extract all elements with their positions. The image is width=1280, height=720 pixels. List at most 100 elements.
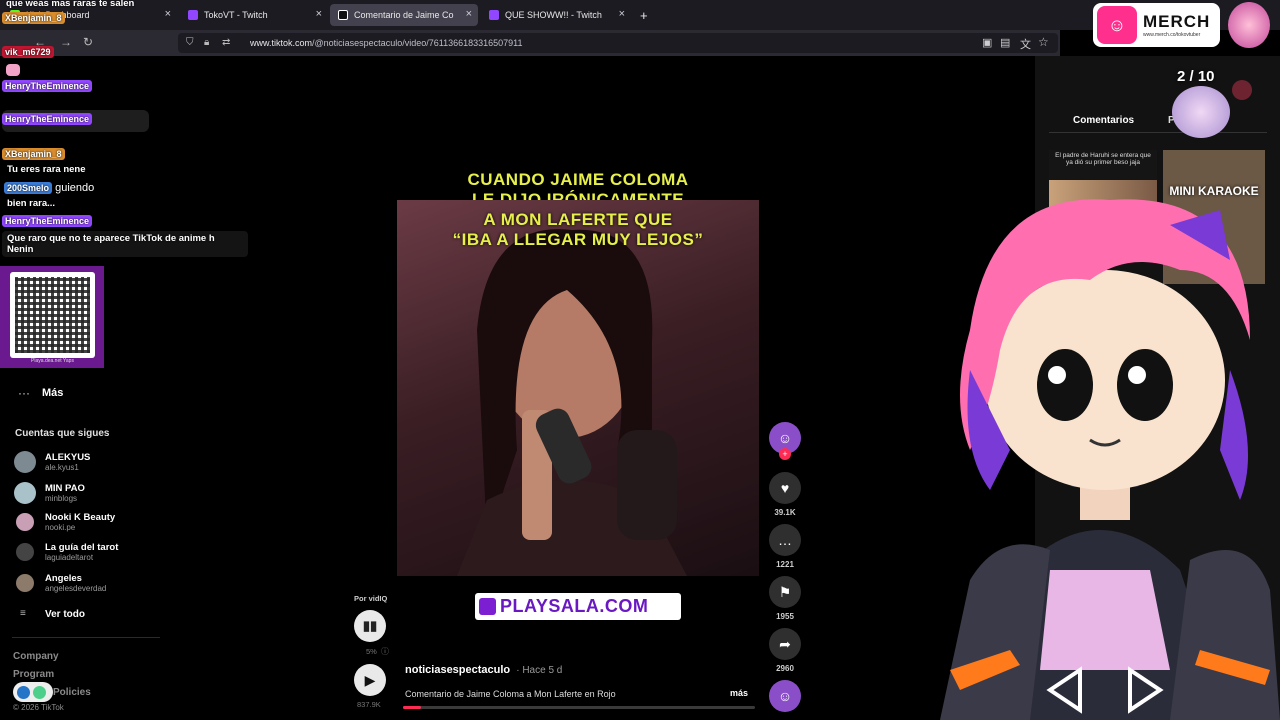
chat-message: XBenjamin_8 bbox=[2, 12, 65, 24]
chat-message: 200Smelo guiendo bbox=[4, 182, 94, 194]
like-action[interactable]: ♥ 39.1K bbox=[769, 472, 801, 517]
comment-count: 1221 bbox=[776, 560, 794, 569]
chat-username: HenryTheEminence bbox=[2, 113, 93, 125]
shield-icon[interactable]: ⛉ bbox=[186, 37, 194, 48]
vidiq-percent: 5% bbox=[366, 647, 377, 656]
tiktok-icon bbox=[338, 10, 348, 20]
close-icon[interactable]: × bbox=[316, 8, 322, 20]
bookmark-star-icon[interactable]: ☆ bbox=[1038, 35, 1049, 49]
see-all-link[interactable]: Ver todo bbox=[45, 609, 85, 620]
tab-tiktok-video[interactable]: Comentario de Jaime Colom × bbox=[330, 4, 478, 26]
vidiq-button[interactable]: ▮▮ bbox=[354, 610, 386, 642]
share-action[interactable]: ➦ 2960 bbox=[769, 628, 801, 673]
following-account[interactable]: ALEKYUS ale.kyus1 bbox=[14, 451, 90, 473]
avatar bbox=[14, 482, 36, 504]
bookmark-icon[interactable]: ⚑ bbox=[769, 576, 801, 608]
play-icon: ▶ bbox=[364, 671, 376, 688]
chat-top-line: que weas mas raras te salen bbox=[6, 0, 135, 9]
play-button[interactable]: ▶ bbox=[354, 664, 386, 696]
tab-que-show-twitch[interactable]: QUE SHOWW!! - Twitch × bbox=[481, 4, 631, 26]
chat-text: Tu eres rara nene bbox=[7, 164, 86, 175]
chat-message: HenryTheEminence bbox=[2, 110, 149, 132]
author-name[interactable]: noticiasespectaculo bbox=[405, 664, 510, 676]
more-link[interactable]: más bbox=[730, 688, 748, 698]
chat-username: XBenjamin_8 bbox=[2, 148, 65, 160]
reader-view-icon[interactable]: ▤ bbox=[1000, 36, 1010, 49]
chat-text: guiendo bbox=[55, 182, 95, 194]
sidebar-more[interactable]: Más bbox=[42, 387, 63, 399]
sponsor-banner: PLAYSALA.COM bbox=[475, 593, 681, 620]
footer-program[interactable]: Program bbox=[13, 669, 54, 680]
save-action[interactable]: ⚑ 1955 bbox=[769, 576, 801, 621]
account-name: ALEKYUS bbox=[45, 452, 91, 463]
slide-counter: 2 / 10 bbox=[1177, 68, 1215, 85]
post-time: · Hace 5 d bbox=[516, 665, 563, 676]
chat-username: 200Smelo bbox=[4, 182, 53, 194]
close-icon[interactable]: × bbox=[165, 8, 171, 20]
chat-username: XBenjamin_8 bbox=[2, 12, 65, 24]
following-account[interactable]: La guía del tarot laguiadeltarot bbox=[14, 542, 118, 562]
translate-icon[interactable]: 文 bbox=[1020, 36, 1031, 52]
footer-company[interactable]: Company bbox=[13, 651, 59, 662]
account-handle: laguiadeltarot bbox=[45, 553, 94, 562]
widget-icon bbox=[17, 685, 30, 699]
info-icon: ⓘ bbox=[381, 647, 389, 656]
comment-icon[interactable]: … bbox=[769, 524, 801, 556]
close-icon[interactable]: × bbox=[619, 8, 625, 20]
video-frame bbox=[457, 229, 687, 576]
account-handle: angelesdeverdad bbox=[45, 584, 107, 593]
tab-tokovt-twitch[interactable]: TokoVT - Twitch × bbox=[180, 4, 328, 26]
close-icon[interactable]: × bbox=[466, 8, 472, 20]
creator-avatar[interactable]: ☺ + bbox=[769, 422, 801, 460]
account-name: Nooki K Beauty bbox=[45, 512, 116, 523]
following-account[interactable]: Angeles angelesdeverdad bbox=[14, 573, 106, 593]
avatar bbox=[14, 451, 36, 473]
lock-icon[interactable]: 🔒︎ bbox=[204, 37, 209, 48]
avatar bbox=[1232, 80, 1252, 100]
account-name: Angeles bbox=[45, 573, 82, 584]
permissions-icon[interactable]: ⇄ bbox=[222, 37, 230, 48]
url-input[interactable]: ⛉ 🔒︎ ⇄ www.tiktok.com/@noticiasespectacu… bbox=[178, 33, 1058, 53]
video-player[interactable] bbox=[397, 200, 759, 576]
avatar bbox=[16, 513, 34, 531]
new-tab-button[interactable]: + bbox=[632, 4, 654, 26]
tab-label: QUE SHOWW!! - Twitch bbox=[505, 10, 602, 20]
address-toolbar: ← → ↻ ⛉ 🔒︎ ⇄ www.tiktok.com/@noticiasesp… bbox=[0, 30, 1060, 56]
following-account[interactable]: MIN PAO minblogs bbox=[14, 482, 85, 504]
share-icon[interactable]: ➦ bbox=[769, 628, 801, 660]
avatar bbox=[16, 574, 34, 592]
picture-in-picture-icon[interactable]: ▣ bbox=[982, 36, 992, 49]
follow-plus-icon[interactable]: + bbox=[779, 448, 791, 460]
reload-icon[interactable]: ↻ bbox=[83, 35, 93, 49]
merch-url: www.merch.co/tokovtuber bbox=[1143, 32, 1201, 38]
url-domain: www.tiktok.com bbox=[250, 38, 313, 48]
tab-comments[interactable]: Comentarios bbox=[1073, 115, 1134, 126]
avatar bbox=[16, 543, 34, 561]
comment-action[interactable]: … 1221 bbox=[769, 524, 801, 569]
video-progress[interactable] bbox=[403, 706, 755, 709]
chat-message: XBenjamin_8 bbox=[2, 148, 65, 160]
forward-icon[interactable]: → bbox=[60, 35, 72, 49]
video-caption-line: CUANDO JAIME COLOMA bbox=[467, 170, 689, 189]
bar-chart-icon: ▮▮ bbox=[362, 618, 378, 633]
streamer-avatar bbox=[1228, 2, 1270, 48]
merch-face-icon: ☺ bbox=[1097, 6, 1137, 44]
browser-tab-bar: Kick Dashboard × TokoVT - Twitch × Comen… bbox=[0, 0, 1280, 30]
following-account[interactable]: Nooki K Beauty nooki.pe bbox=[14, 512, 115, 532]
account-handle: minblogs bbox=[45, 494, 78, 503]
account-handle: ale.kyus1 bbox=[45, 463, 79, 472]
divider bbox=[1049, 132, 1267, 133]
chat-text: Que raro que no te aparece TikTok de ani… bbox=[2, 231, 248, 257]
widget-icon bbox=[33, 685, 46, 699]
chat-username: HenryTheEminence bbox=[2, 80, 93, 92]
heart-icon[interactable]: ♥ bbox=[769, 472, 801, 504]
tab-label: TokoVT - Twitch bbox=[204, 10, 268, 20]
music-disc[interactable]: ☺ bbox=[769, 680, 801, 712]
view-count: 837.9K bbox=[357, 700, 381, 709]
progress-fill bbox=[403, 706, 421, 709]
like-count: 39.1K bbox=[774, 508, 796, 517]
footer-policies[interactable]: Policies bbox=[53, 687, 91, 698]
url-path: /@noticiasespectaculo/video/761136618331… bbox=[312, 38, 523, 48]
mascot-sticker bbox=[1172, 86, 1230, 138]
qr-code bbox=[10, 272, 95, 358]
